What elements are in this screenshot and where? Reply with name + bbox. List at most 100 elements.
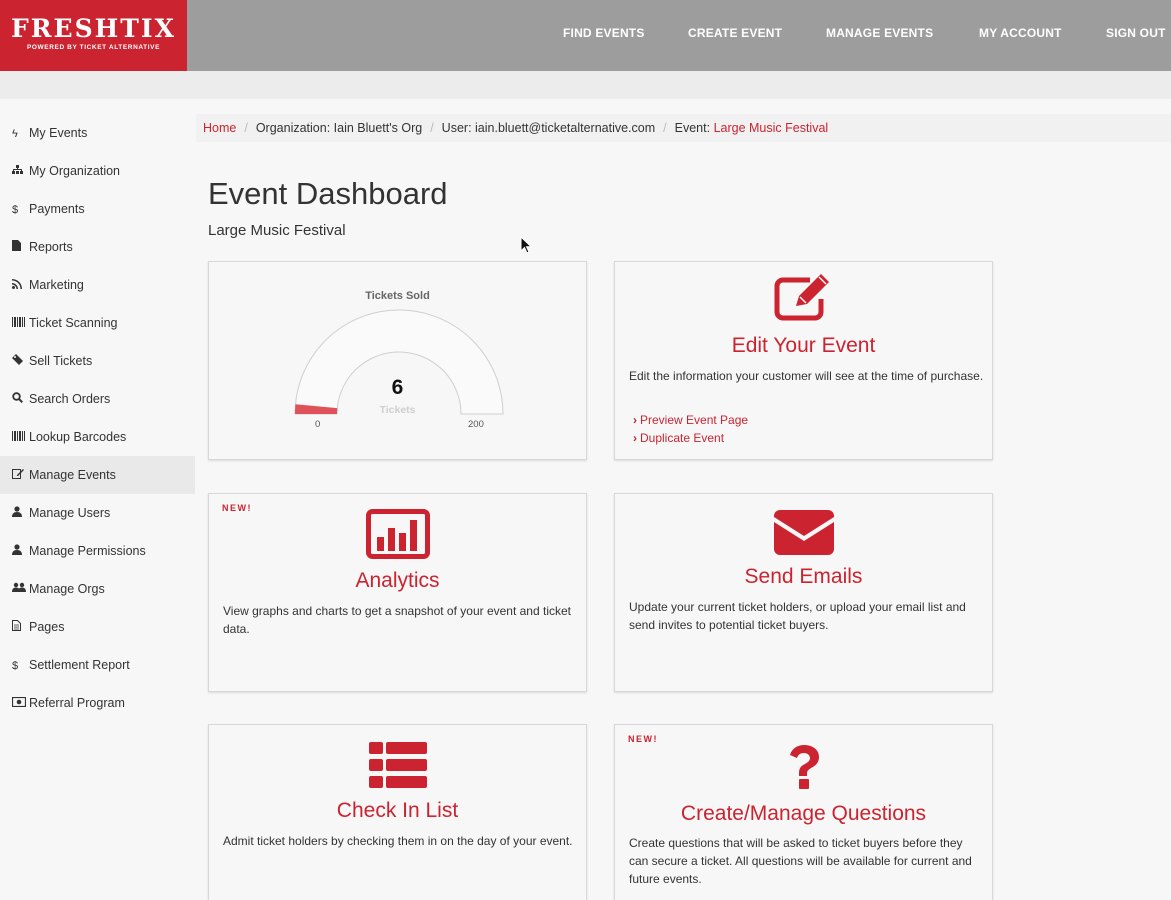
nav-find-events[interactable]: FIND EVENTS [563,0,645,71]
sidebar-item-manage-orgs[interactable]: Manage Orgs [0,570,195,608]
dollar-icon: $ [12,660,19,672]
sidebar-item-label: Manage Users [29,506,111,520]
check-in-list-description: Admit ticket holders by checking them in… [223,834,573,848]
sidebar-item-payments[interactable]: $ Payments [0,190,195,228]
sidebar-item-label: Reports [29,240,73,254]
page-subtitle: Large Music Festival [208,222,346,239]
send-emails-card[interactable]: Send Emails Update your current ticket h… [614,493,993,692]
sidebar-item-lookup-barcodes[interactable]: Lookup Barcodes [0,418,195,456]
sidebar-item-my-organization[interactable]: My Organization [0,152,195,190]
gauge-value: 6 [391,376,404,399]
analytics-description: View graphs and charts to get a snapshot… [223,604,571,636]
duplicate-event-link[interactable]: › Duplicate Event [633,431,724,445]
new-badge: NEW! [628,734,658,744]
ticket-icon [12,343,29,381]
bolt-icon: ϟ [12,128,18,140]
barcode-icon [12,305,29,343]
header-subbar [0,71,1171,99]
send-emails-title[interactable]: Send Emails [615,565,992,589]
bar-chart-icon [365,509,430,559]
rss-icon [12,267,29,305]
sidebar-item-marketing[interactable]: Marketing [0,266,195,304]
questions-title[interactable]: Create/Manage Questions [615,802,992,826]
edit-event-description: Edit the information your customer will … [629,369,984,383]
nav-manage-events[interactable]: MANAGE EVENTS [826,0,933,71]
breadcrumb-event-prefix: Event: [674,121,714,135]
sidebar-item-my-events[interactable]: ϟ My Events [0,114,195,152]
users-icon [12,571,29,609]
envelope-icon [773,510,834,555]
edit-event-card[interactable]: Edit Your Event Edit the information you… [614,261,993,460]
mouse-cursor-icon [520,236,532,254]
check-in-list-card[interactable]: Check In List Admit ticket holders by ch… [208,724,587,900]
edit-square-icon [774,274,829,321]
chevron-right-icon: › [633,413,637,427]
sidebar-item-sell-tickets[interactable]: Sell Tickets [0,342,195,380]
send-emails-description: Update your current ticket holders, or u… [629,600,966,632]
breadcrumb-home-link[interactable]: Home [203,121,236,135]
nav-sign-out[interactable]: SIGN OUT [1106,0,1166,71]
question-icon [789,745,819,789]
sidebar: ϟ My Events My Organization $ Payments Rep… [0,114,195,722]
duplicate-event-label: Duplicate Event [640,431,725,445]
logo-tagline: POWERED BY TICKET ALTERNATIVE [26,44,161,51]
questions-description: Create questions that will be asked to t… [629,836,972,886]
breadcrumb-separator: / [663,121,667,135]
sidebar-item-label: Pages [29,620,65,634]
freshtix-logo[interactable]: FRESHTIX POWERED BY TICKET ALTERNATIVE [0,0,187,71]
sidebar-item-reports[interactable]: Reports [0,228,195,266]
money-icon [11,685,29,723]
sidebar-item-search-orders[interactable]: Search Orders [0,380,195,418]
sidebar-item-label: My Organization [29,164,121,178]
analytics-card[interactable]: NEW! Analytics View graphs and charts to… [208,493,587,692]
gauge-unit: Tickets [379,404,416,416]
breadcrumb-organization: Organization: Iain Bluett's Org [255,121,423,135]
page-title: Event Dashboard [208,176,448,211]
check-in-list-title[interactable]: Check In List [209,799,586,823]
sidebar-item-label: Lookup Barcodes [29,430,127,444]
analytics-title[interactable]: Analytics [209,569,586,593]
sidebar-item-label: Referral Program [29,696,125,710]
logo-title: FRESHTIX [11,14,176,43]
user-icon [12,495,29,533]
gauge-max-label: 200 [468,419,484,430]
file-text-icon [12,609,29,647]
breadcrumb-user: User: iain.bluett@ticketalternative.com [441,121,656,135]
sitemap-icon [12,153,29,191]
sidebar-item-pages[interactable]: Pages [0,608,195,646]
nav-my-account[interactable]: MY ACCOUNT [979,0,1062,71]
preview-event-page-link[interactable]: › Preview Event Page [633,413,748,427]
sidebar-item-label: Manage Permissions [29,544,146,558]
edit-event-title[interactable]: Edit Your Event [615,334,992,358]
sidebar-item-manage-users[interactable]: Manage Users [0,494,195,532]
gauge-min-label: 0 [315,419,321,430]
chevron-right-icon: › [633,431,637,445]
sidebar-item-label: My Events [29,126,88,140]
barcode-icon [12,419,29,457]
questions-card[interactable]: NEW! Create/Manage Questions Create ques… [614,724,993,900]
user-icon [12,533,29,571]
breadcrumb-separator: / [244,121,248,135]
sidebar-item-label: Manage Orgs [29,582,105,596]
edit-icon [12,457,29,495]
dollar-icon: $ [12,204,19,216]
sidebar-item-manage-permissions[interactable]: Manage Permissions [0,532,195,570]
new-badge: NEW! [222,503,252,513]
sidebar-item-manage-events[interactable]: Manage Events [0,456,195,494]
sidebar-item-label: Marketing [29,278,84,292]
preview-event-page-label: Preview Event Page [640,413,749,427]
gauge-title: Tickets Sold [365,290,430,302]
nav-create-event[interactable]: CREATE EVENT [688,0,782,71]
sidebar-item-ticket-scanning[interactable]: Ticket Scanning [0,304,195,342]
sidebar-item-referral-program[interactable]: Referral Program [0,684,195,722]
tickets-sold-gauge [294,309,504,415]
tickets-sold-card: Tickets Sold 6 Tickets 0 200 [208,261,587,460]
list-icon [368,742,427,788]
breadcrumb: Home / Organization: Iain Bluett's Org / Use… [196,114,1171,142]
sidebar-item-label: Payments [29,202,85,216]
sidebar-item-label: Settlement Report [29,658,130,672]
file-icon [12,229,29,267]
sidebar-item-settlement-report[interactable]: $ Settlement Report [0,646,195,684]
sidebar-item-label: Search Orders [29,392,111,406]
breadcrumb-event-link[interactable]: Large Music Festival [714,121,829,135]
